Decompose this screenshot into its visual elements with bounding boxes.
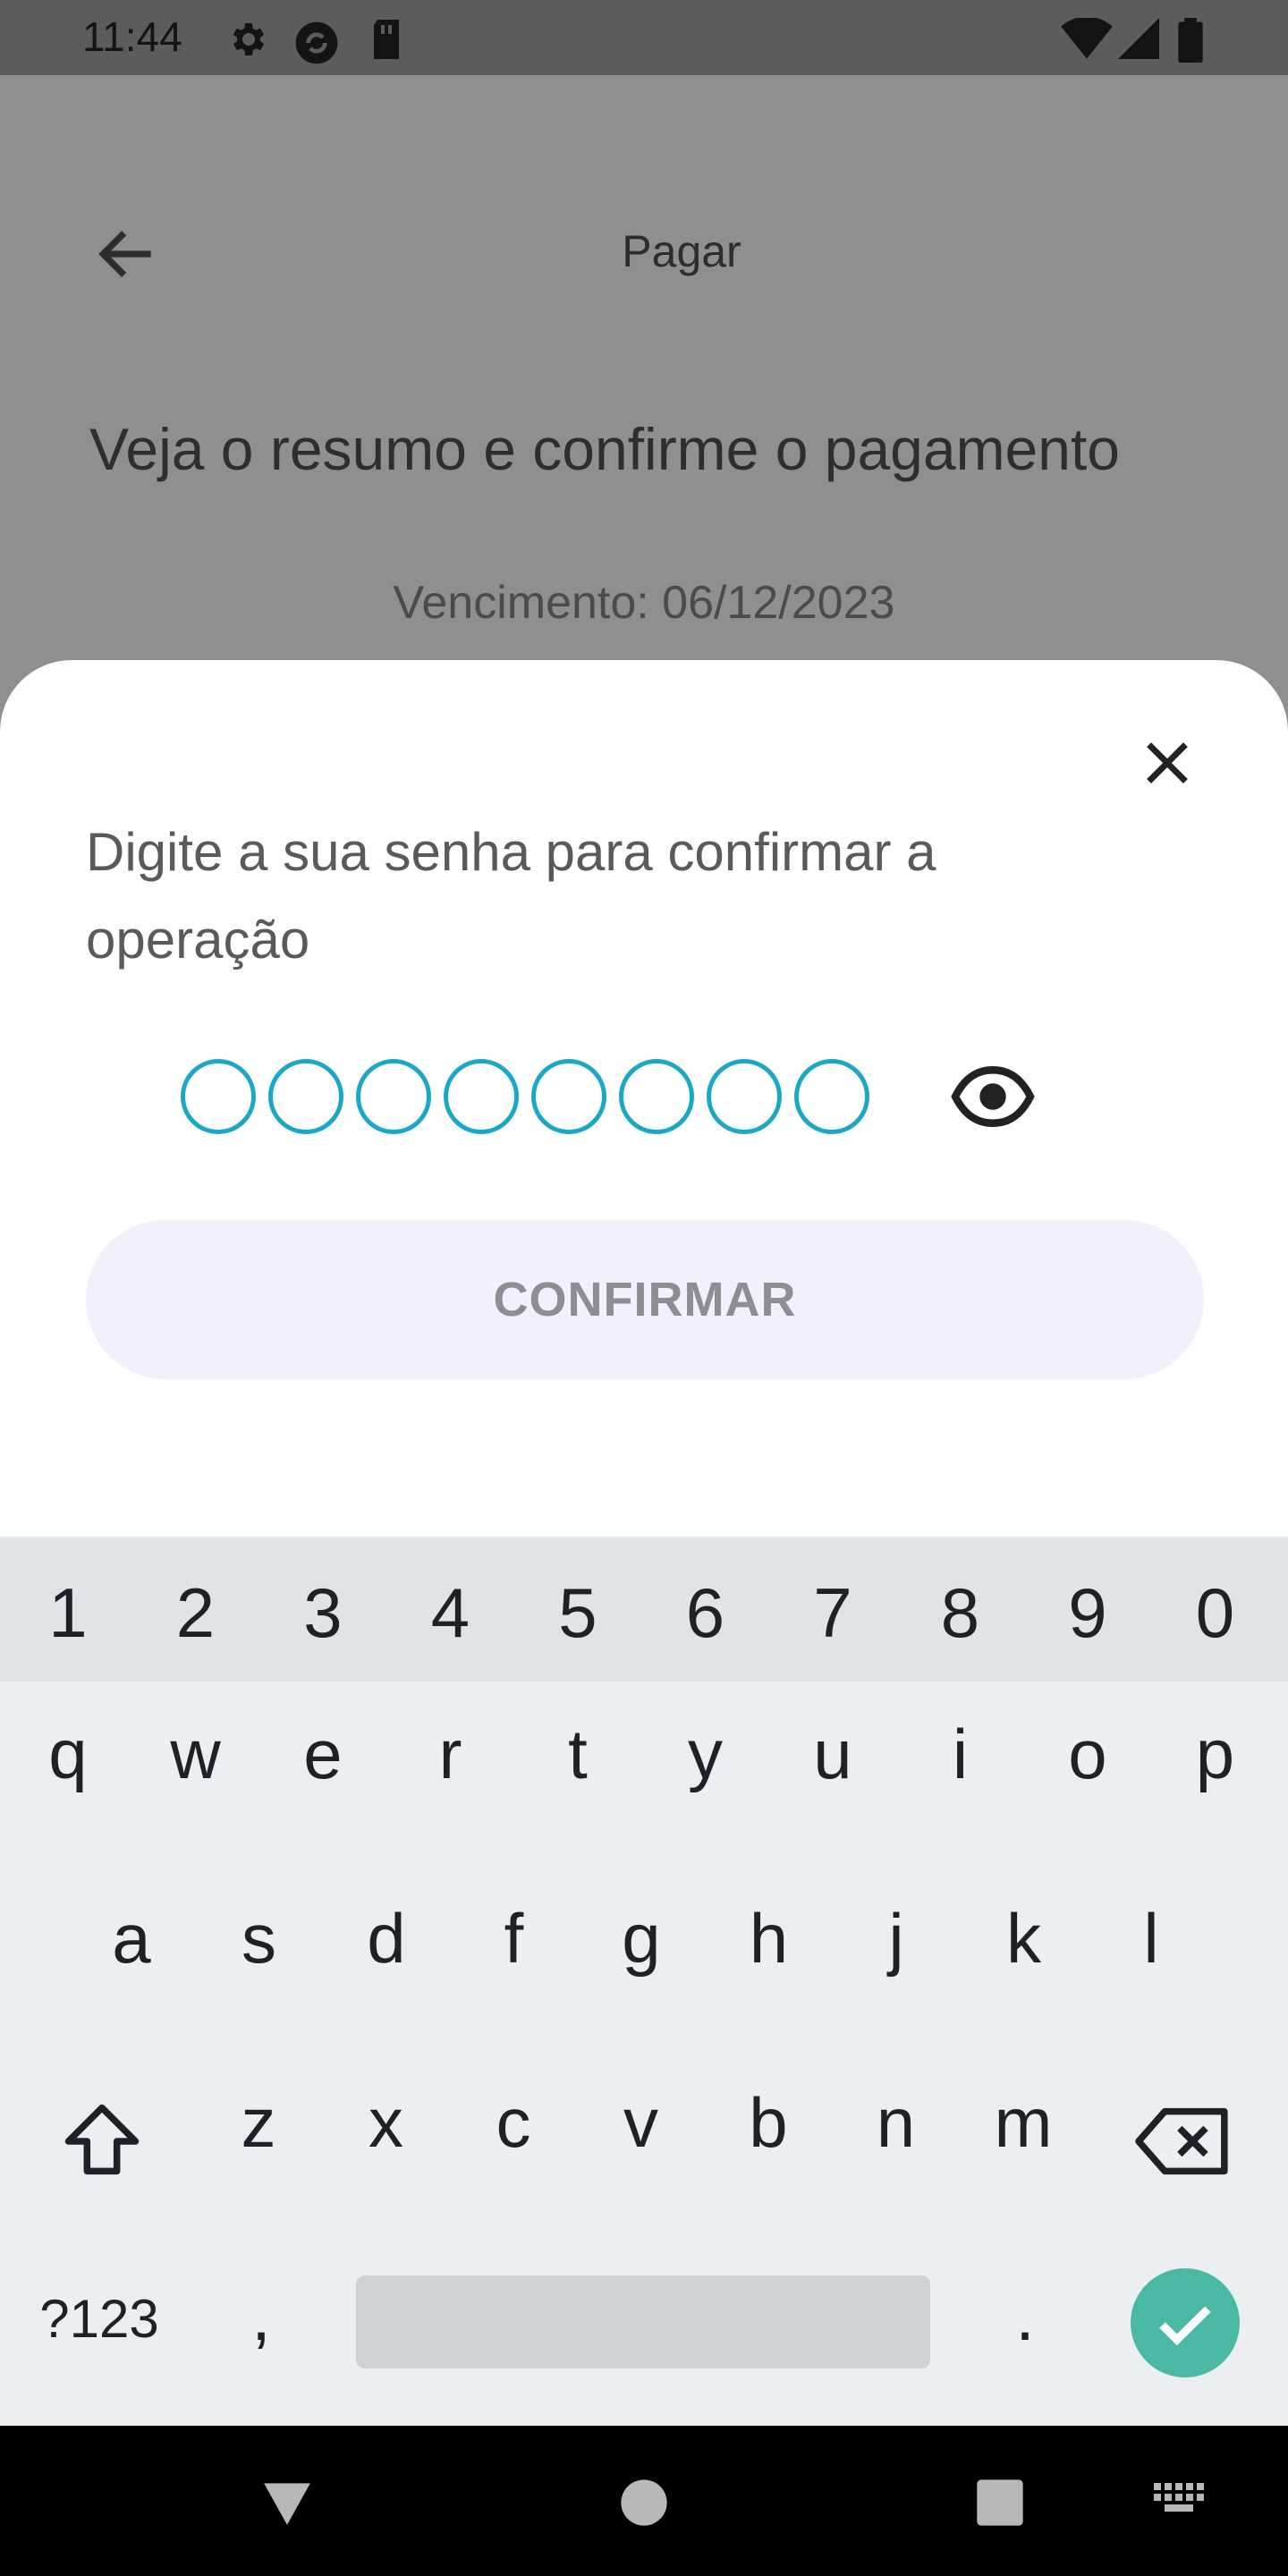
key-x[interactable]: x [333, 2082, 440, 2164]
sd-card-icon [374, 20, 399, 59]
status-bar: 11:44 [0, 0, 1288, 75]
key-a[interactable]: a [78, 1898, 185, 1979]
key-o[interactable]: o [1034, 1714, 1141, 1795]
confirm-button[interactable]: CONFIRMAR [86, 1220, 1204, 1379]
key-p[interactable]: p [1162, 1714, 1269, 1795]
key-k[interactable]: k [970, 1898, 1078, 1979]
page-subtitle: Veja o resumo e confirme o pagamento [89, 416, 1121, 482]
key-c[interactable]: c [460, 2082, 567, 2164]
backspace-key[interactable] [1134, 2097, 1233, 2186]
key-2[interactable]: 2 [142, 1572, 250, 1654]
check-icon [1159, 2306, 1211, 2346]
key-t[interactable]: t [524, 1714, 631, 1795]
pin-dot [619, 1059, 694, 1134]
comma-key[interactable]: , [208, 2275, 315, 2357]
key-b[interactable]: b [715, 2082, 822, 2164]
navigation-bar [0, 2426, 1288, 2576]
soft-keyboard: 1234567890 qwertyuiop asdfghjkl zxcvbnm … [0, 1537, 1288, 2426]
pin-dot [268, 1059, 343, 1134]
key-y[interactable]: y [652, 1714, 759, 1795]
key-e[interactable]: e [269, 1714, 377, 1795]
key-q[interactable]: q [14, 1714, 122, 1795]
backspace-icon [1135, 2107, 1228, 2175]
key-0[interactable]: 0 [1162, 1572, 1269, 1654]
sync-icon [295, 21, 338, 64]
key-4[interactable]: 4 [397, 1572, 504, 1654]
key-r[interactable]: r [397, 1714, 504, 1795]
close-icon[interactable] [1136, 732, 1199, 794]
key-8[interactable]: 8 [907, 1572, 1014, 1654]
key-5[interactable]: 5 [524, 1572, 631, 1654]
status-time: 11:44 [82, 13, 182, 60]
due-date: Vencimento: 06/12/2023 [393, 577, 895, 629]
key-z[interactable]: z [205, 2082, 312, 2164]
gear-icon [233, 23, 265, 55]
key-v[interactable]: v [588, 2082, 695, 2164]
key-w[interactable]: w [142, 1714, 250, 1795]
key-n[interactable]: n [843, 2082, 950, 2164]
key-g[interactable]: g [588, 1898, 695, 1979]
key-h[interactable]: h [716, 1898, 823, 1979]
enter-key[interactable] [1131, 2268, 1240, 2377]
key-9[interactable]: 9 [1034, 1572, 1141, 1654]
home-circle-icon[interactable] [619, 2478, 669, 2528]
key-1[interactable]: 1 [14, 1572, 122, 1654]
page-title: Pagar [622, 226, 741, 276]
pin-dot [444, 1059, 519, 1134]
key-u[interactable]: u [779, 1714, 886, 1795]
period-key[interactable]: . [971, 2275, 1079, 2357]
key-d[interactable]: d [333, 1898, 440, 1979]
pin-dot [531, 1059, 606, 1134]
battery-icon [1178, 18, 1203, 63]
shift-icon [64, 2104, 140, 2175]
recents-square-icon[interactable] [975, 2478, 1025, 2528]
password-bottom-sheet: Digite a sua senha para confirmar a oper… [0, 660, 1288, 1537]
keyboard-icon[interactable] [1154, 2483, 1206, 2519]
space-key[interactable] [356, 2275, 930, 2368]
pin-dot [356, 1059, 431, 1134]
key-6[interactable]: 6 [652, 1572, 759, 1654]
back-triangle-icon[interactable] [259, 2474, 315, 2529]
wifi-icon [1061, 18, 1113, 59]
key-i[interactable]: i [907, 1714, 1014, 1795]
signal-icon [1118, 18, 1159, 59]
key-f[interactable]: f [461, 1898, 568, 1979]
key-l[interactable]: l [1097, 1898, 1205, 1979]
pin-dot [794, 1059, 869, 1134]
shift-key[interactable] [57, 2097, 147, 2186]
key-s[interactable]: s [206, 1898, 313, 1979]
eye-icon[interactable] [948, 1059, 1038, 1134]
pin-dot [707, 1059, 782, 1134]
key-m[interactable]: m [970, 2082, 1077, 2164]
key-7[interactable]: 7 [779, 1572, 886, 1654]
pin-input[interactable] [181, 1059, 869, 1134]
password-prompt: Digite a sua senha para confirmar a oper… [86, 822, 936, 970]
key-3[interactable]: 3 [269, 1572, 377, 1654]
symbols-key[interactable]: ?123 [32, 2288, 166, 2350]
key-j[interactable]: j [843, 1898, 950, 1979]
pin-dot [181, 1059, 256, 1134]
number-row: 1234567890 [0, 1537, 1288, 1682]
